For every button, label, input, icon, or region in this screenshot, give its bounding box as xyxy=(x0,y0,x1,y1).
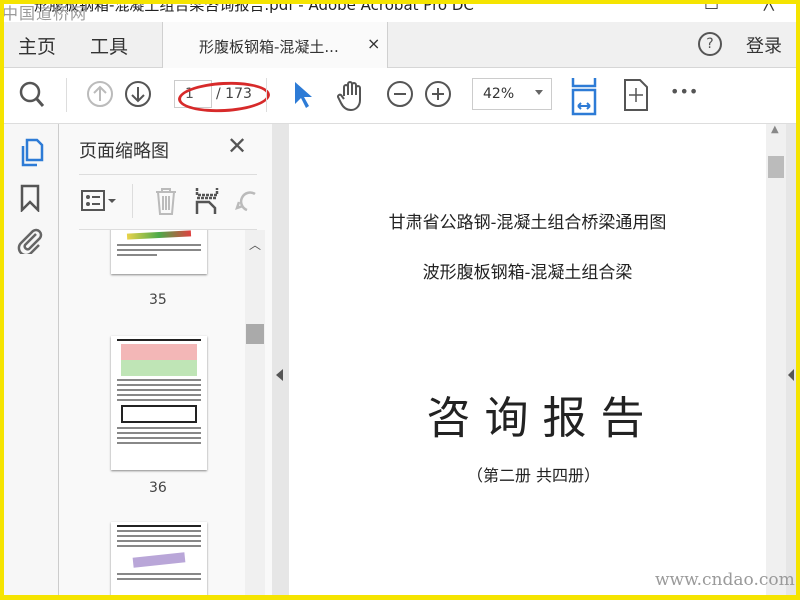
scrollbar-thumb[interactable] xyxy=(768,156,784,178)
select-cursor-icon[interactable] xyxy=(292,80,314,110)
next-page-icon[interactable] xyxy=(124,80,152,108)
attachment-icon[interactable] xyxy=(16,226,44,254)
thumbnail-page-36[interactable] xyxy=(111,336,207,470)
chevron-down-icon xyxy=(535,90,543,95)
thumbnail-options-icon[interactable] xyxy=(81,189,121,213)
panel-title: 页面缩略图 xyxy=(79,141,169,162)
tab-tools[interactable]: 工具 xyxy=(90,32,128,59)
divider xyxy=(79,174,257,175)
zoom-out-icon[interactable] xyxy=(386,80,414,108)
toolbar: 1 / 173 42% ••• xyxy=(4,68,796,124)
full-screen-icon[interactable] xyxy=(622,78,650,112)
doc-heading: 咨 询 报 告 xyxy=(426,393,645,444)
divider xyxy=(132,184,133,218)
scroll-up-icon[interactable]: ︿ xyxy=(249,236,261,253)
fit-width-icon[interactable] xyxy=(570,76,598,116)
expand-right-panel-icon[interactable] xyxy=(788,369,794,381)
tab-bar: 主页 工具 形腹板钢箱-混凝土... × ? 登录 xyxy=(4,22,796,68)
more-tools-button[interactable]: ••• xyxy=(670,82,698,101)
zoom-in-icon[interactable] xyxy=(424,80,452,108)
watermark-bottom-right: www.cndao.com xyxy=(655,570,795,590)
page-number-label: 36 xyxy=(149,480,167,496)
right-panel-strip[interactable] xyxy=(786,124,796,595)
yellow-border-top xyxy=(0,0,800,4)
document-page: 甘肃省公路钢-混凝土组合桥梁通用图 波形腹板钢箱-混凝土组合梁 咨 询 报 告 … xyxy=(289,124,766,595)
document-tab-title: 形腹板钢箱-混凝土... xyxy=(199,38,339,56)
tab-document[interactable]: 形腹板钢箱-混凝土... × xyxy=(162,22,388,68)
search-icon[interactable] xyxy=(18,80,46,110)
previous-page-icon[interactable] xyxy=(86,80,114,108)
help-icon[interactable]: ? xyxy=(698,32,722,56)
scroll-up-icon[interactable]: ▲ xyxy=(771,124,779,135)
page-thumbnails-panel: 页面缩略图 ✕ 35 36 ︿ xyxy=(59,124,272,595)
zoom-level-value: 42% xyxy=(483,86,515,102)
thumbnail-list: 35 36 xyxy=(59,230,245,595)
thumbnail-page-35[interactable] xyxy=(111,230,207,274)
login-button[interactable]: 登录 xyxy=(746,32,782,58)
doc-subtitle: （第二册 共四册） xyxy=(466,466,601,485)
tab-home[interactable]: 主页 xyxy=(18,32,56,59)
navigation-pane-icons xyxy=(4,124,59,595)
close-panel-button[interactable]: ✕ xyxy=(227,132,247,160)
bookmark-icon[interactable] xyxy=(20,184,40,212)
scrollbar-thumb[interactable] xyxy=(246,324,264,344)
page-thumbnails-icon[interactable] xyxy=(18,138,44,168)
hand-tool-icon[interactable] xyxy=(336,80,366,112)
thumbnail-scrollbar[interactable]: ︿ xyxy=(245,230,265,595)
doc-line-1: 甘肃省公路钢-混凝土组合桥梁通用图 xyxy=(388,213,667,233)
thumbnail-page-37[interactable] xyxy=(111,522,207,595)
collapse-left-icon[interactable] xyxy=(276,369,283,381)
document-scrollbar[interactable]: ▲ xyxy=(766,124,786,595)
rotate-icon[interactable] xyxy=(235,188,257,214)
close-tab-button[interactable]: × xyxy=(367,34,380,53)
delete-icon[interactable] xyxy=(153,186,179,216)
page-number-label: 35 xyxy=(149,292,167,308)
divider xyxy=(66,78,67,112)
doc-line-2: 波形腹板钢箱-混凝土组合梁 xyxy=(422,263,633,283)
divider xyxy=(266,78,267,112)
collapse-panel-strip[interactable] xyxy=(272,124,289,595)
zoom-level-select[interactable]: 42% xyxy=(472,78,552,110)
insert-page-icon[interactable] xyxy=(195,186,219,216)
